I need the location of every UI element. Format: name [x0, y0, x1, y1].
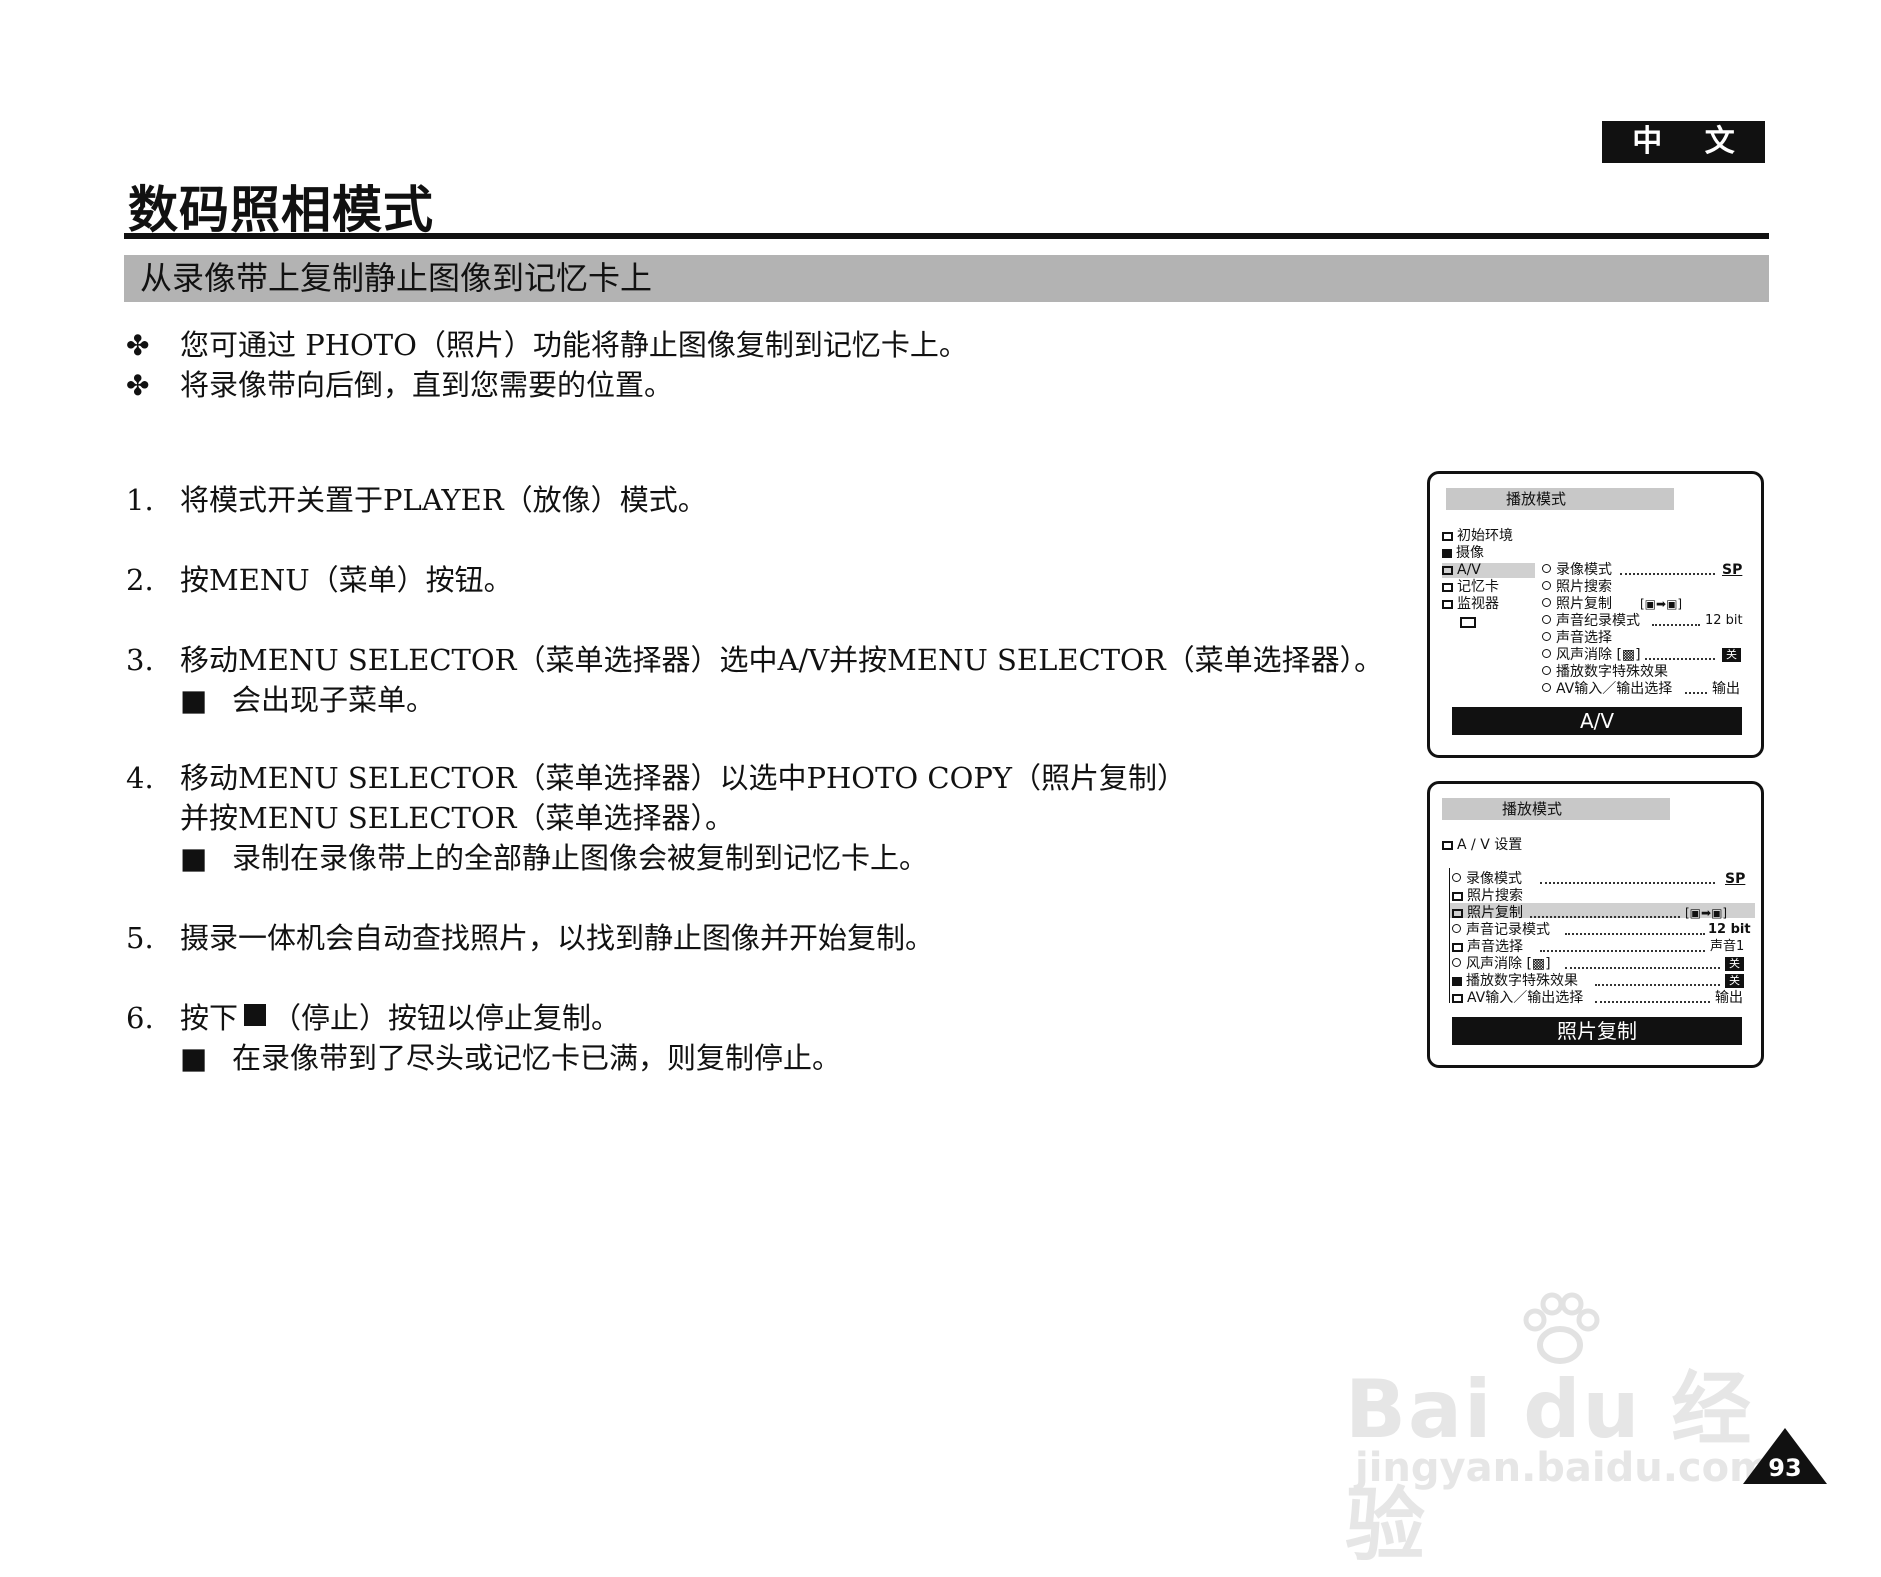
tree-line: [1449, 868, 1450, 1003]
wind-icon: [▩]: [1522, 956, 1551, 972]
folder-icon: [1442, 532, 1453, 541]
square-bullet-icon: ■: [180, 841, 208, 875]
step-note: ■ 在录像带到了尽头或记忆卡已满，则复制停止。: [126, 1038, 841, 1078]
stop-button-icon: [244, 1004, 267, 1026]
folder-icon: [1452, 909, 1463, 918]
folder-icon: [1442, 600, 1453, 609]
tape-to-card-icon: [▣➡▣]: [1685, 906, 1728, 920]
camera-icon: [1442, 549, 1452, 558]
section-title: 从录像带上复制静止图像到记忆卡上: [124, 255, 1769, 302]
settings-item-selected: 照片复制: [1452, 904, 1523, 922]
step-1: 1. 将模式开关置于PLAYER（放像）模式。: [126, 483, 707, 517]
lcd-screen-av-settings: 播放模式 A / V 设置 录像模式 SP 照片搜索 照片复制 [▣➡▣] 声音…: [1427, 781, 1764, 1068]
submenu-item: 声音纪录模式: [1542, 612, 1640, 630]
submenu-item: 照片复制: [1542, 595, 1612, 613]
lcd-subtitle: A / V 设置: [1442, 836, 1522, 854]
step-note: ■ 录制在录像带上的全部静止图像会被复制到记忆卡上。: [126, 838, 1186, 878]
submenu-item: AV输入／输出选择: [1542, 680, 1672, 698]
settings-item: 录像模式: [1452, 870, 1522, 888]
menu-item: 初始环境: [1442, 527, 1513, 545]
lcd-footer: A/V: [1452, 707, 1742, 735]
settings-item: 播放数字特殊效果: [1452, 972, 1578, 990]
folder-icon: [1442, 566, 1453, 575]
circle-icon: [1542, 598, 1551, 607]
page-number: 93: [1768, 1454, 1802, 1482]
wind-icon: [▩]: [1612, 647, 1641, 663]
bullet-icon: ✤: [126, 369, 150, 402]
step-2: 2. 按MENU（菜单）按钮。: [126, 563, 513, 597]
settings-item: 风声消除 [▩]: [1452, 955, 1551, 973]
language-tag: 中 文: [1602, 121, 1765, 163]
lcd-header: 播放模式: [1446, 488, 1674, 510]
circle-icon: [1542, 632, 1551, 641]
effect-icon: [1452, 977, 1462, 986]
menu-item: 记忆卡: [1442, 578, 1499, 596]
intro-bullet: ✤ 您可通过 PHOTO（照片）功能将静止图像复制到记忆卡上。: [126, 328, 968, 362]
submenu-item: 照片搜索: [1542, 578, 1612, 596]
settings-item: 声音选择: [1452, 938, 1523, 956]
circle-icon: [1542, 581, 1551, 590]
menu-item-selected: A/V: [1442, 561, 1481, 579]
circle-icon: [1542, 615, 1551, 624]
submenu-item: 播放数字特殊效果: [1542, 663, 1668, 681]
circle-icon: [1452, 924, 1461, 933]
lcd-screen-av-menu: 播放模式 初始环境 摄像 A/V 记忆卡 监视器 录像模式 SP 照片搜索 照片…: [1427, 471, 1764, 758]
step-5: 5. 摄录一体机会自动查找照片，以找到静止图像并开始复制。: [126, 921, 935, 955]
menu-item: 监视器: [1442, 595, 1499, 613]
settings-item: AV输入／输出选择: [1452, 989, 1583, 1007]
folder-icon: [1452, 892, 1463, 901]
bullet-icon: ✤: [126, 329, 150, 362]
step-3: 3. 移动MENU SELECTOR（菜单选择器）选中A/V并按MENU SELE…: [126, 640, 1383, 720]
settings-item: 声音记录模式: [1452, 921, 1550, 939]
monitor-icon: [1460, 614, 1480, 632]
title-rule: [124, 233, 1769, 239]
submenu-item: 风声消除 [▩]: [1542, 646, 1641, 664]
intro-bullet: ✤ 将录像带向后倒，直到您需要的位置。: [126, 368, 674, 402]
folder-icon: [1442, 841, 1453, 850]
watermark: Bai du 经验 jingyan.baidu.com: [1345, 1290, 1775, 1572]
circle-icon: [1452, 873, 1461, 882]
menu-item: 摄像: [1442, 544, 1484, 562]
circle-icon: [1542, 683, 1551, 692]
square-bullet-icon: ■: [180, 1041, 208, 1075]
step-4: 4. 移动MENU SELECTOR（菜单选择器）以选中PHOTO COPY（照片…: [126, 758, 1186, 878]
step-note: ■ 会出现子菜单。: [126, 680, 1383, 720]
submenu-item: 声音选择: [1542, 629, 1612, 647]
lcd-footer: 照片复制: [1452, 1017, 1742, 1045]
settings-item: 照片搜索: [1452, 887, 1523, 905]
circle-icon: [1542, 649, 1551, 658]
folder-icon: [1442, 583, 1453, 592]
folder-icon: [1452, 943, 1463, 952]
lcd-header: 播放模式: [1442, 798, 1670, 820]
folder-icon: [1452, 994, 1463, 1003]
circle-icon: [1542, 666, 1551, 675]
square-bullet-icon: ■: [180, 683, 208, 717]
tape-to-card-icon: [▣➡▣]: [1640, 597, 1683, 611]
submenu-item: 录像模式: [1542, 561, 1612, 579]
step-6: 6. 按下 （停止）按钮以停止复制。 ■ 在录像带到了尽头或记忆卡已满，则复制停止。: [126, 998, 841, 1078]
page-title: 数码照相模式: [128, 181, 434, 239]
circle-icon: [1542, 564, 1551, 573]
circle-icon: [1452, 958, 1461, 967]
